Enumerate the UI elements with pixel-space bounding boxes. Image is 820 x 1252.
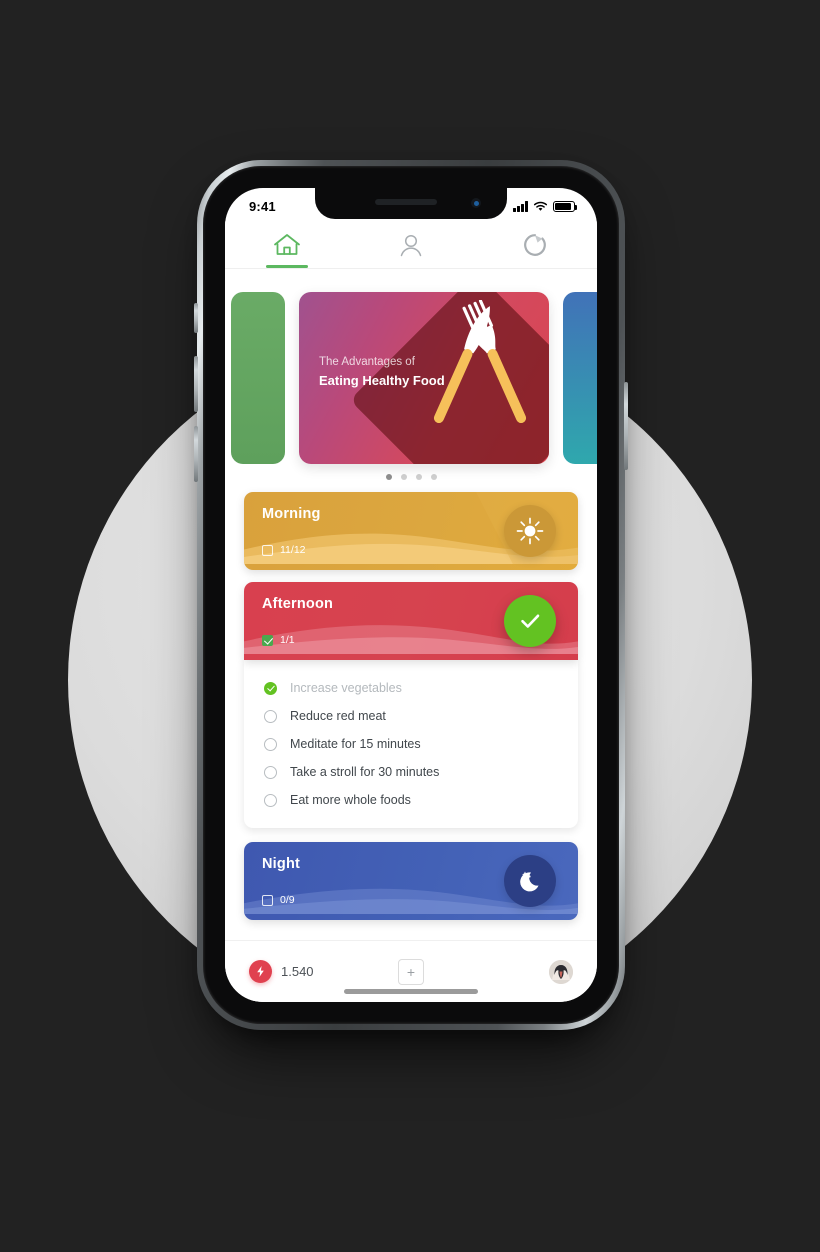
- active-tab-underline: [266, 265, 308, 268]
- points-value: 1.540: [281, 964, 314, 979]
- tab-profile[interactable]: [349, 221, 473, 268]
- section-progress-text: 0/9: [280, 894, 295, 906]
- phone-screen: 9:41 The Advantages of Eating Healthy Fo…: [225, 188, 597, 1002]
- task-checkbox[interactable]: [264, 681, 277, 695]
- task-checkbox[interactable]: [264, 765, 277, 779]
- progress-ring-icon: [524, 233, 546, 256]
- person-icon: [400, 234, 422, 256]
- volume-down-button[interactable]: [194, 426, 198, 482]
- task-label: Meditate for 15 minutes: [290, 737, 421, 751]
- list-item[interactable]: Meditate for 15 minutes: [244, 730, 578, 758]
- section-label: Night: [262, 856, 301, 872]
- top-tab-bar: [225, 221, 597, 269]
- tab-home[interactable]: [225, 221, 349, 268]
- mute-switch-button[interactable]: [194, 303, 198, 333]
- section-progress: 11/12: [262, 544, 306, 556]
- front-camera-icon: [471, 198, 481, 208]
- task-checkbox[interactable]: [264, 709, 277, 723]
- carousel-dot-1[interactable]: [385, 474, 392, 480]
- section-progress: 1/1: [262, 634, 295, 646]
- task-label: Eat more whole foods: [290, 793, 411, 807]
- section-card-night[interactable]: Night 0/9: [244, 842, 578, 920]
- power-button[interactable]: [624, 382, 628, 470]
- add-button[interactable]: +: [398, 958, 424, 985]
- afternoon-task-list: Increase vegetables Reduce red meat Medi…: [244, 660, 578, 828]
- notch: [315, 188, 507, 219]
- home-indicator[interactable]: [344, 989, 478, 994]
- list-item[interactable]: Take a stroll for 30 minutes: [244, 758, 578, 786]
- scroll-content[interactable]: The Advantages of Eating Healthy Food Mo…: [225, 269, 597, 940]
- list-item[interactable]: Reduce red meat: [244, 702, 578, 730]
- phone-mockup: 9:41 The Advantages of Eating Healthy Fo…: [194, 160, 628, 1030]
- status-icons: [513, 201, 578, 212]
- task-checkbox[interactable]: [264, 793, 277, 807]
- task-label: Reduce red meat: [290, 709, 386, 723]
- avatar-wrapper: [424, 959, 597, 984]
- lightning-bolt-icon: [249, 960, 272, 983]
- section-checkbox[interactable]: [262, 894, 273, 906]
- points-display[interactable]: 1.540: [225, 960, 398, 983]
- section-checkbox[interactable]: [262, 544, 273, 556]
- cellular-signal-icon: [513, 201, 528, 212]
- banner-carousel[interactable]: The Advantages of Eating Healthy Food: [225, 285, 597, 471]
- carousel-dot-3[interactable]: [415, 474, 422, 480]
- speaker-grille-icon: [375, 199, 438, 205]
- scene: 9:41 The Advantages of Eating Healthy Fo…: [0, 0, 820, 1252]
- carousel-slide-next[interactable]: [563, 292, 597, 464]
- status-time: 9:41: [249, 198, 276, 214]
- home-icon: [274, 233, 300, 255]
- sun-icon: [504, 505, 556, 557]
- add-button-wrapper: +: [398, 958, 424, 985]
- fork-and-knife-icon: [433, 300, 527, 424]
- carousel-dot-4[interactable]: [430, 474, 437, 480]
- carousel-dot-2[interactable]: [400, 474, 407, 480]
- section-card-afternoon[interactable]: Afternoon 1/1: [244, 582, 578, 660]
- tab-progress[interactable]: [473, 221, 597, 268]
- list-item[interactable]: Increase vegetables: [244, 674, 578, 702]
- carousel-slide-prev[interactable]: [231, 292, 285, 464]
- section-card-morning[interactable]: Morning 11/12: [244, 492, 578, 570]
- wifi-icon: [533, 201, 548, 211]
- check-circle-icon[interactable]: [504, 595, 556, 647]
- task-label: Increase vegetables: [290, 681, 402, 695]
- avatar[interactable]: [549, 959, 573, 984]
- section-label: Afternoon: [262, 596, 334, 612]
- moon-stars-icon: [504, 855, 556, 907]
- battery-icon: [553, 201, 578, 212]
- time-sections: Morning 11/12 Afternoon 1/1 Increase veg…: [225, 480, 597, 920]
- section-checkbox[interactable]: [262, 634, 273, 646]
- task-label: Take a stroll for 30 minutes: [290, 765, 440, 779]
- section-progress-text: 11/12: [280, 544, 306, 556]
- section-label: Morning: [262, 506, 321, 522]
- section-progress-text: 1/1: [280, 634, 295, 646]
- task-checkbox[interactable]: [264, 737, 277, 751]
- carousel-slide-active[interactable]: The Advantages of Eating Healthy Food: [299, 292, 549, 464]
- volume-up-button[interactable]: [194, 356, 198, 412]
- section-progress: 0/9: [262, 894, 295, 906]
- list-item[interactable]: Eat more whole foods: [244, 786, 578, 814]
